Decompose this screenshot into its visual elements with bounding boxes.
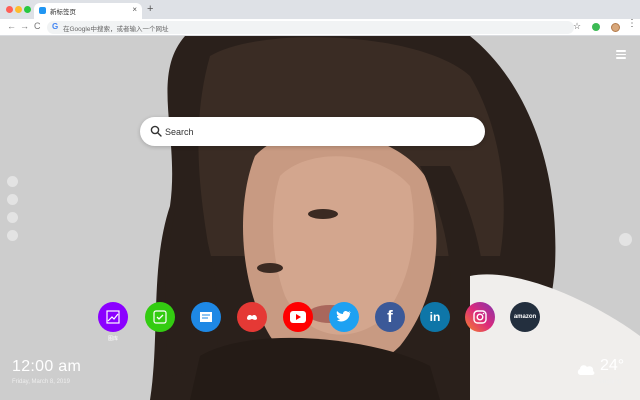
tab-favicon-icon xyxy=(39,7,46,14)
app-facebook[interactable]: f xyxy=(375,302,405,332)
weather-temperature: 24° xyxy=(600,357,625,374)
extension-icon[interactable] xyxy=(592,23,600,31)
tab-bar: 新标签页 × + xyxy=(0,0,640,19)
forward-button[interactable]: → xyxy=(20,21,29,31)
address-bar-placeholder: 在Google中搜索，或者输入一个网址 xyxy=(63,26,169,33)
bookmark-star-icon[interactable]: ☆ xyxy=(573,21,581,32)
browser-menu-icon[interactable]: ⋮ xyxy=(627,19,637,29)
clock-date: Friday, March 8, 2019 xyxy=(12,379,70,385)
clock-time: 12:00 am xyxy=(12,358,82,375)
side-icon-3[interactable] xyxy=(7,212,18,223)
app-check[interactable] xyxy=(145,302,175,332)
weather-city: Chongqing xyxy=(592,379,622,385)
profile-avatar[interactable] xyxy=(611,23,620,32)
address-bar[interactable]: G 在Google中搜索，或者输入一个网址 xyxy=(47,21,574,34)
search-bar[interactable] xyxy=(140,117,485,146)
search-icon xyxy=(150,125,162,137)
app-label-gallery: 图库 xyxy=(107,336,118,342)
minimize-window-button[interactable] xyxy=(15,6,22,13)
side-icon-2[interactable] xyxy=(7,194,18,205)
browser-toolbar: ← → C G 在Google中搜索，或者输入一个网址 xyxy=(0,19,640,36)
left-side-icons xyxy=(7,176,18,248)
app-linkedin[interactable]: in xyxy=(420,302,450,332)
note-icon xyxy=(200,312,212,322)
reload-button[interactable]: C xyxy=(34,21,41,31)
app-youtube[interactable] xyxy=(283,302,313,332)
instagram-icon xyxy=(473,310,487,324)
amazon-icon: amazon xyxy=(513,314,537,320)
tab-title: 新标签页 xyxy=(50,9,76,16)
zoom-window-button[interactable] xyxy=(24,6,31,13)
google-icon: G xyxy=(52,22,59,31)
side-icon-1[interactable] xyxy=(7,176,18,187)
app-instagram[interactable] xyxy=(465,302,495,332)
new-tab-page: 图库 xyxy=(0,36,640,400)
background-photo xyxy=(0,36,640,400)
image-icon xyxy=(106,310,120,324)
app-games[interactable] xyxy=(237,302,267,332)
app-twitter[interactable] xyxy=(329,302,359,332)
tab-close-icon[interactable]: × xyxy=(132,5,137,14)
app-amazon[interactable]: amazon xyxy=(510,302,540,332)
app-gallery[interactable] xyxy=(98,302,128,332)
menu-icon[interactable] xyxy=(616,50,626,59)
linkedin-icon: in xyxy=(429,310,441,324)
search-input[interactable] xyxy=(165,117,465,146)
youtube-icon xyxy=(290,311,306,323)
right-side-icon[interactable] xyxy=(619,233,632,246)
back-button[interactable]: ← xyxy=(7,21,16,31)
cloud-icon xyxy=(577,365,595,375)
close-window-button[interactable] xyxy=(6,6,13,13)
facebook-icon: f xyxy=(387,307,393,326)
tab-new-tab[interactable]: 新标签页 × xyxy=(34,3,142,19)
check-icon xyxy=(153,310,167,324)
twitter-icon xyxy=(336,310,351,322)
gamepad-icon xyxy=(247,315,257,320)
app-notes[interactable] xyxy=(191,302,221,332)
new-tab-button[interactable]: + xyxy=(147,3,153,15)
side-icon-4[interactable] xyxy=(7,230,18,241)
